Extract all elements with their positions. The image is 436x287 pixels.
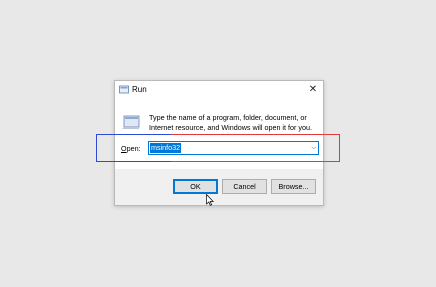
ok-button[interactable]: OK bbox=[173, 179, 218, 194]
run-program-icon bbox=[122, 115, 140, 129]
dialog-title: Run bbox=[132, 85, 147, 94]
cancel-button[interactable]: Cancel bbox=[222, 179, 267, 194]
button-bar: OK Cancel Browse... bbox=[115, 169, 323, 205]
close-icon[interactable]: ✕ bbox=[306, 83, 320, 97]
description-text: Type the name of a program, folder, docu… bbox=[149, 113, 312, 132]
highlight-box-right bbox=[171, 134, 340, 162]
browse-button[interactable]: Browse... bbox=[271, 179, 316, 194]
run-icon bbox=[119, 85, 129, 94]
title-bar: Run ✕ bbox=[115, 81, 323, 100]
highlight-box-left bbox=[96, 134, 172, 162]
mouse-cursor-icon bbox=[206, 194, 214, 206]
